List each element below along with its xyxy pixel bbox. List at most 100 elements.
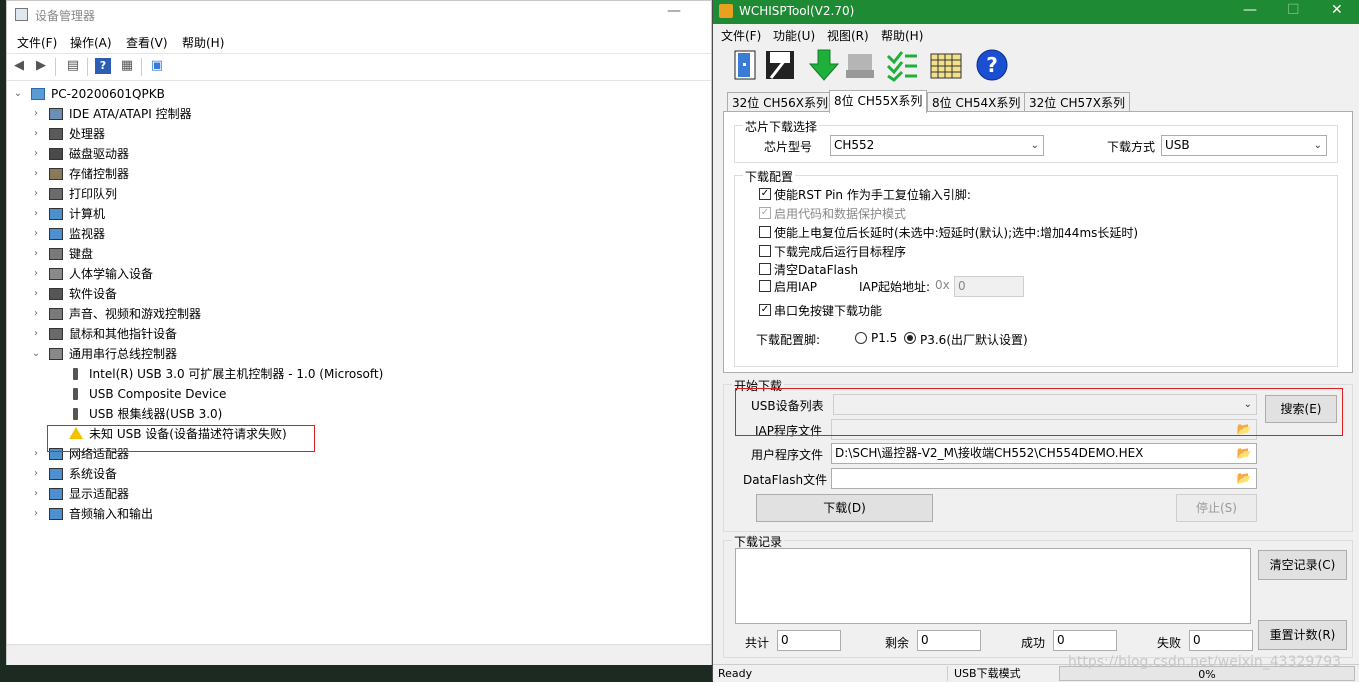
download-button[interactable]: 下载(D) <box>756 494 933 522</box>
tree-item-label: 音频输入和输出 <box>69 507 154 521</box>
help-circle-icon[interactable]: ? <box>975 48 1009 82</box>
dataflash-file-input[interactable] <box>831 468 1257 489</box>
chevron-right-icon[interactable]: › <box>31 304 41 324</box>
verify-check-icon[interactable] <box>885 48 919 82</box>
minimize-icon[interactable]: — <box>667 3 681 19</box>
status-mode: USB下载模式 <box>947 666 1064 681</box>
chevron-down-icon[interactable]: ⌄ <box>31 344 41 364</box>
chevron-right-icon[interactable]: › <box>31 184 41 204</box>
folder-open-icon[interactable]: 📂 <box>1235 445 1253 462</box>
chevron-right-icon[interactable]: › <box>31 124 41 144</box>
user-file-input[interactable]: D:\SCH\遥控器-V2_M\接收端CH552\CH554DEMO.HEX <box>831 443 1257 464</box>
option-label: 使能RST Pin 作为手工复位输入引脚: <box>774 188 971 202</box>
properties-icon[interactable]: ▤ <box>65 58 81 74</box>
option-label: 下载完成后运行目标程序 <box>774 245 907 259</box>
scan-hardware-icon[interactable]: ▣ <box>149 58 165 74</box>
minimize-icon[interactable]: — <box>1243 2 1257 18</box>
clear-log-button[interactable]: 清空记录(C) <box>1258 550 1347 580</box>
user-file-label: 用户程序文件 <box>751 448 824 462</box>
download-arrow-icon[interactable] <box>807 48 841 82</box>
iap-address-input[interactable]: 0 <box>954 276 1024 297</box>
chevron-right-icon[interactable]: › <box>31 104 41 124</box>
calendar-grid-icon[interactable] <box>929 48 963 82</box>
chip-model-select[interactable]: CH552 ⌄ <box>830 135 1044 156</box>
menu-action[interactable]: 操作(A) <box>70 34 112 51</box>
chevron-right-icon[interactable]: › <box>31 324 41 344</box>
option-checkbox[interactable]: ✓ <box>759 304 771 316</box>
chevron-down-icon: ⌄ <box>1030 140 1039 151</box>
menu-function[interactable]: 功能(U) <box>773 27 815 44</box>
window-title: 设备管理器 <box>35 9 96 23</box>
sound-icon <box>49 308 63 320</box>
menu-view[interactable]: 查看(V) <box>126 34 168 51</box>
option-label: 清空DataFlash <box>774 263 859 277</box>
chevron-right-icon[interactable]: › <box>31 464 41 484</box>
device-manager-titlebar[interactable]: 设备管理器 — <box>7 1 711 29</box>
iap-address-label: IAP起始地址: <box>859 280 931 294</box>
tab-ch56x[interactable]: 32位 CH56X系列 <box>727 92 833 113</box>
counter-label: 共计 <box>745 636 770 650</box>
option-checkbox[interactable] <box>759 226 771 238</box>
pin-p15-radio[interactable] <box>855 332 867 344</box>
tab-ch55x[interactable]: 8位 CH55X系列 <box>829 90 928 113</box>
chevron-right-icon[interactable]: › <box>31 484 41 504</box>
menu-help[interactable]: 帮助(H) <box>881 27 923 44</box>
option-checkbox[interactable] <box>759 280 771 292</box>
chip-icon[interactable] <box>843 48 877 82</box>
chevron-right-icon[interactable]: › <box>31 144 41 164</box>
chevron-right-icon[interactable]: › <box>31 504 41 524</box>
chevron-right-icon[interactable]: › <box>31 284 41 304</box>
back-arrow-icon[interactable]: ◀ <box>11 58 27 74</box>
menu-file[interactable]: 文件(F) <box>721 27 761 44</box>
help-icon[interactable]: ? <box>95 58 111 74</box>
option-label: 串口免按键下载功能 <box>774 304 883 318</box>
reset-count-button[interactable]: 重置计数(R) <box>1258 620 1347 650</box>
close-icon[interactable]: ✕ <box>1331 2 1343 18</box>
storage-controller-icon <box>49 168 63 180</box>
option-checkbox[interactable]: ✓ <box>759 207 771 219</box>
option-checkbox[interactable] <box>759 263 771 275</box>
save-disk-icon[interactable] <box>763 48 797 82</box>
forward-arrow-icon[interactable]: ▶ <box>33 58 49 74</box>
tree-item-label: 系统设备 <box>69 467 118 481</box>
chevron-down-icon[interactable]: ⌄ <box>13 84 23 104</box>
download-log-textarea[interactable] <box>735 548 1251 624</box>
dataflash-file-label: DataFlash文件 <box>743 473 828 487</box>
option-label: 启用代码和数据保护模式 <box>774 207 907 221</box>
tree-item-label: 磁盘驱动器 <box>69 147 130 161</box>
download-config-group-title: 下载配置 <box>743 168 796 185</box>
option-checkbox[interactable]: ✓ <box>759 188 771 200</box>
display-adapter-icon <box>49 488 63 500</box>
chevron-right-icon[interactable]: › <box>31 444 41 464</box>
tab-ch54x[interactable]: 8位 CH54X系列 <box>927 92 1026 113</box>
menu-file[interactable]: 文件(F) <box>17 34 57 51</box>
svg-text:?: ? <box>986 53 998 77</box>
menu-view[interactable]: 视图(R) <box>827 27 869 44</box>
chevron-right-icon[interactable]: › <box>31 204 41 224</box>
view-icon[interactable]: ▦ <box>119 58 135 74</box>
chevron-right-icon[interactable]: › <box>31 264 41 284</box>
chevron-right-icon[interactable]: › <box>31 164 41 184</box>
pin-p36-radio[interactable] <box>904 332 916 344</box>
option-checkbox[interactable] <box>759 245 771 257</box>
maximize-icon[interactable]: ☐ <box>1287 2 1300 18</box>
chevron-right-icon[interactable]: › <box>31 224 41 244</box>
chip-model-label: 芯片型号 <box>764 140 813 154</box>
watermark-text: https://blog.csdn.net/weixin_43329793 <box>1068 654 1342 670</box>
stop-button[interactable]: 停止(S) <box>1176 494 1257 522</box>
download-mode-select[interactable]: USB ⌄ <box>1161 135 1327 156</box>
menu-help[interactable]: 帮助(H) <box>182 34 224 51</box>
open-door-icon[interactable] <box>729 48 763 82</box>
folder-open-icon[interactable]: 📂 <box>1235 470 1253 487</box>
wch-toolbar: ? <box>713 44 1359 86</box>
tree-item-label: USB 根集线器(USB 3.0) <box>89 407 223 421</box>
tab-ch57x[interactable]: 32位 CH57X系列 <box>1024 92 1130 113</box>
wch-app-icon <box>719 4 733 18</box>
wch-titlebar[interactable]: WCHISPTool(V2.70) — ☐ ✕ <box>713 0 1359 24</box>
tree-item-label: Intel(R) USB 3.0 可扩展主机控制器 - 1.0 (Microso… <box>89 367 384 381</box>
chip-select-group-title: 芯片下载选择 <box>743 118 820 135</box>
counter-label: 成功 <box>1021 636 1046 650</box>
chevron-right-icon[interactable]: › <box>31 244 41 264</box>
tree-item-label: 打印队列 <box>69 187 118 201</box>
keyboard-icon <box>49 248 63 260</box>
